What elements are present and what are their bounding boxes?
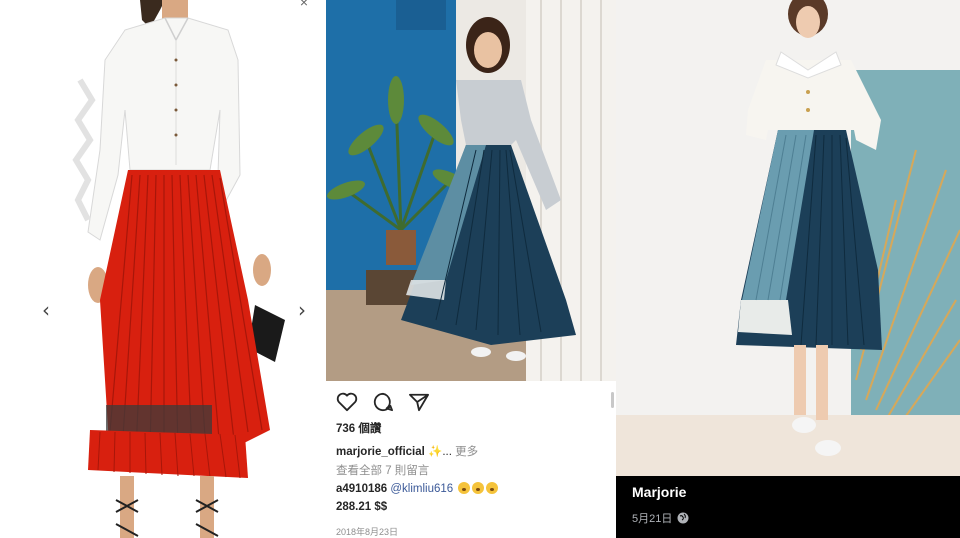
comment-row: 288.21 $$ bbox=[336, 501, 388, 513]
post-meta: 5月21日 bbox=[632, 510, 689, 526]
emoji-icon bbox=[458, 482, 471, 494]
comment-row: a4910186 @klimliu616 bbox=[336, 482, 499, 495]
comment-icon[interactable] bbox=[372, 392, 394, 412]
instagram-post-panel: 736 個讚 marjorie_official ✨... 更多 查看全部 7 … bbox=[326, 0, 616, 538]
caption-more-link[interactable]: 更多 bbox=[455, 446, 478, 458]
next-image-arrow[interactable]: › bbox=[298, 298, 306, 322]
page-name[interactable]: Marjorie bbox=[632, 484, 686, 500]
like-count[interactable]: 736 個讚 bbox=[336, 420, 381, 436]
comment-mention[interactable]: @klimliu616 bbox=[390, 483, 453, 495]
close-icon[interactable]: × bbox=[300, 0, 308, 10]
emoji-icon bbox=[486, 482, 499, 494]
post-caption: marjorie_official ✨... 更多 bbox=[336, 443, 478, 459]
model-red-pleated-skirt-photo bbox=[72, 0, 285, 538]
emoji-icon bbox=[472, 482, 485, 494]
post-date[interactable]: 5月21日 bbox=[632, 510, 672, 526]
comment-username[interactable]: a4910186 bbox=[336, 483, 387, 495]
prev-image-arrow[interactable]: ‹ bbox=[42, 298, 50, 322]
scrollbar-thumb[interactable] bbox=[611, 392, 614, 408]
caption-text: ✨... bbox=[428, 446, 456, 458]
facebook-post-panel: Marjorie 5月21日 bbox=[616, 0, 960, 538]
view-all-comments-link[interactable]: 查看全部 7 則留言 bbox=[336, 462, 429, 478]
share-icon[interactable] bbox=[408, 392, 430, 412]
caption-username[interactable]: marjorie_official bbox=[336, 446, 425, 458]
post-action-bar bbox=[336, 392, 430, 412]
model-teal-pleated-skirt-photo bbox=[616, 0, 960, 476]
instagram-post-photo bbox=[326, 0, 616, 381]
globe-icon bbox=[677, 512, 689, 524]
product-image-panel: × ‹ › bbox=[0, 0, 326, 538]
post-date: 2018年8月23日 bbox=[336, 527, 399, 537]
heart-icon[interactable] bbox=[336, 392, 358, 412]
